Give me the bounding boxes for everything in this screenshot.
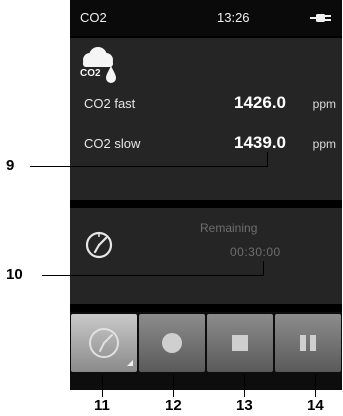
callout-10-line <box>42 275 264 276</box>
co2-slow-value: 1439.0 <box>234 133 286 152</box>
clock-settings-button[interactable] <box>71 314 137 372</box>
power-plug-icon <box>310 14 331 22</box>
callout-14-line <box>315 375 316 397</box>
callout-13-number: 13 <box>236 397 253 414</box>
callout-13-line <box>244 375 245 397</box>
co2-fast-unit: ppm <box>312 97 336 111</box>
remaining-label: Remaining <box>200 221 258 235</box>
callout-12-line <box>173 375 174 397</box>
co2-fast-label: CO2 fast <box>84 96 136 111</box>
remaining-time: 00:30:00 <box>230 245 281 259</box>
circle-icon <box>162 333 182 353</box>
co2-slow-label: CO2 slow <box>84 136 141 151</box>
callout-10-number: 10 <box>6 266 23 283</box>
status-bar: CO2 13:26 <box>70 0 342 36</box>
timer-panel: Remaining 00:30:00 <box>70 208 342 304</box>
bottom-toolbar <box>70 312 342 390</box>
square-icon <box>232 335 248 351</box>
co2-fast-value: 1426.0 <box>234 93 286 112</box>
clock-icon <box>89 328 133 366</box>
stop-button[interactable] <box>207 314 273 372</box>
device-screen: CO2 13:26 CO2 CO2 fast 1426.0 ppm CO2 sl… <box>70 0 342 390</box>
record-button[interactable] <box>139 314 205 372</box>
status-title: CO2 <box>80 10 107 25</box>
callout-12-number: 12 <box>165 397 182 414</box>
callout-9-number: 9 <box>6 157 15 174</box>
callout-11-number: 11 <box>94 397 110 414</box>
pause-icon <box>300 335 316 351</box>
callout-9-tick <box>267 152 268 166</box>
co2-slow-unit: ppm <box>312 137 336 151</box>
callout-11-line <box>102 375 103 397</box>
callout-10-tick <box>263 261 264 275</box>
callout-9-line <box>30 166 268 167</box>
pause-button[interactable] <box>275 314 341 372</box>
callout-14-number: 14 <box>307 397 324 414</box>
status-time: 13:26 <box>217 10 250 25</box>
clock-icon <box>85 231 113 259</box>
co2-cloud-icon <box>83 47 116 83</box>
measurement-panel: CO2 CO2 fast 1426.0 ppm CO2 slow 1439.0 … <box>70 38 342 200</box>
co2-icon-label: CO2 <box>80 68 101 79</box>
